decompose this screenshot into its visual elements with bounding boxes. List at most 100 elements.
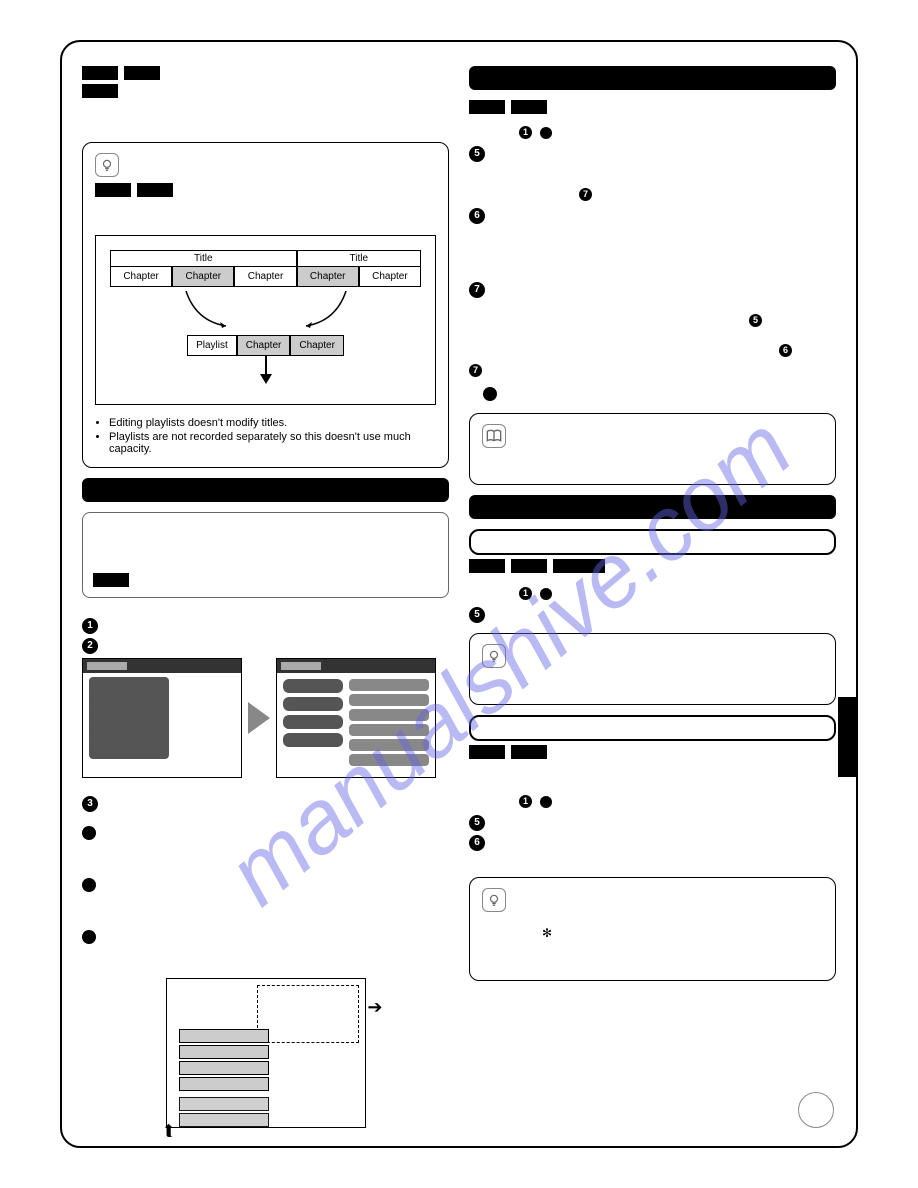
step-3: 3 — [82, 796, 449, 812]
bullet — [82, 826, 449, 840]
step-number-icon: 1 — [519, 587, 532, 600]
arrow-right-icon: ➔ — [367, 997, 382, 1018]
step-number-icon: 7 — [469, 282, 485, 298]
step-ref: 7 — [469, 186, 836, 204]
hint-box: ✻ — [469, 877, 836, 981]
section-tab — [838, 697, 858, 777]
badge — [82, 84, 118, 98]
subsection-heading — [469, 715, 836, 741]
step-ref: 7 — [469, 364, 836, 377]
format-badges — [82, 84, 449, 98]
badge — [137, 183, 173, 197]
format-badges — [95, 183, 436, 197]
badge — [469, 559, 505, 573]
badge — [95, 183, 131, 197]
step-number-icon: 6 — [469, 835, 485, 851]
bullet-icon — [82, 878, 96, 892]
step-6: 6 — [469, 835, 836, 851]
step-number-icon: 6 — [779, 344, 792, 357]
step-ref: 1 — [469, 793, 836, 811]
page-number-placeholder — [798, 1092, 834, 1128]
badge — [553, 559, 605, 573]
format-badges — [469, 745, 836, 759]
badge — [511, 745, 547, 759]
step-number-icon: 7 — [469, 364, 482, 377]
step-1: 1 — [82, 618, 449, 634]
bullet-icon — [483, 387, 497, 401]
section-heading-bar — [469, 495, 836, 519]
menu-screenshot: ⚙ — [82, 658, 242, 778]
step-number-icon: 5 — [469, 607, 485, 623]
step-number-icon: 5 — [469, 146, 485, 162]
step-5: 5 — [469, 146, 836, 162]
chapter-cell: Chapter — [297, 266, 359, 287]
step-number-icon: 5 — [749, 314, 762, 327]
arrow-icon — [176, 291, 236, 331]
section-heading-bar — [469, 66, 836, 90]
playlist-diagram: Title Title Chapter Chapter Chapter Chap… — [95, 235, 436, 405]
bulb-icon — [95, 153, 119, 177]
badge — [124, 66, 160, 80]
subsection-heading — [469, 529, 836, 555]
bulb-icon — [482, 888, 506, 912]
step-6: 6 — [469, 208, 836, 224]
step-5: 5 — [469, 815, 836, 831]
chapter-cell: Chapter — [172, 266, 234, 287]
submenu-screenshot: ⚙ — [276, 658, 436, 778]
arrow-down-icon — [110, 356, 421, 390]
concept-box: Title Title Chapter Chapter Chapter Chap… — [82, 142, 449, 468]
step-ref: 5 — [469, 312, 836, 330]
step-ref: 6 — [469, 342, 836, 360]
section-heading-bar — [82, 478, 449, 502]
step-number-icon: 6 — [469, 208, 485, 224]
footnote-mark: ✻ — [482, 926, 823, 940]
badge — [511, 100, 547, 114]
arrow-return-icon: ➥ — [158, 1123, 179, 1138]
step-2: 2 — [82, 638, 449, 654]
preparation-box — [82, 512, 449, 598]
arrow-icon — [296, 291, 356, 331]
chapter-cell: Chapter — [237, 335, 291, 356]
badge — [469, 745, 505, 759]
arrow-right-icon — [248, 702, 270, 734]
hint-box — [469, 633, 836, 705]
step-ref: 1 — [469, 585, 836, 603]
title-header: Title — [297, 250, 421, 266]
format-badges — [469, 100, 836, 114]
scroll-diagram: ➔ ➥ — [166, 978, 366, 1128]
bulb-icon — [482, 644, 506, 668]
step-5: 5 — [469, 607, 836, 623]
bullet — [82, 878, 449, 892]
badge — [469, 100, 505, 114]
bullet-icon — [82, 826, 96, 840]
bullet-icon — [540, 127, 552, 139]
step-number-icon: 1 — [519, 126, 532, 139]
title-header: Title — [110, 250, 297, 266]
note-box — [469, 413, 836, 485]
badge — [82, 66, 118, 80]
bullet — [82, 930, 449, 944]
step-number-icon: 5 — [469, 815, 485, 831]
note-item: Playlists are not recorded separately so… — [109, 431, 436, 455]
chapter-cell: Chapter — [110, 266, 172, 287]
step-ref: 1 — [469, 124, 836, 142]
bullet-icon — [82, 930, 96, 944]
left-column: Title Title Chapter Chapter Chapter Chap… — [82, 66, 449, 1138]
step-number-icon: 2 — [82, 638, 98, 654]
chapter-cell: Chapter — [234, 266, 296, 287]
step-7: 7 — [469, 282, 836, 298]
chapter-cell: Chapter — [359, 266, 421, 287]
bullet-icon — [540, 796, 552, 808]
badge — [511, 559, 547, 573]
badge — [93, 573, 129, 587]
step-number-icon: 1 — [82, 618, 98, 634]
bullet-icon — [540, 588, 552, 600]
format-badges — [469, 559, 836, 573]
note-item: Editing playlists doesn't modify titles. — [109, 417, 436, 429]
book-icon — [482, 424, 506, 448]
playlist-cell: Playlist — [187, 335, 237, 356]
chapter-cell: Chapter — [290, 335, 344, 356]
notes-list: Editing playlists doesn't modify titles.… — [95, 417, 436, 455]
step-number-icon: 1 — [519, 795, 532, 808]
right-column: 1 5 7 6 7 5 6 7 1 5 1 — [469, 66, 836, 1138]
